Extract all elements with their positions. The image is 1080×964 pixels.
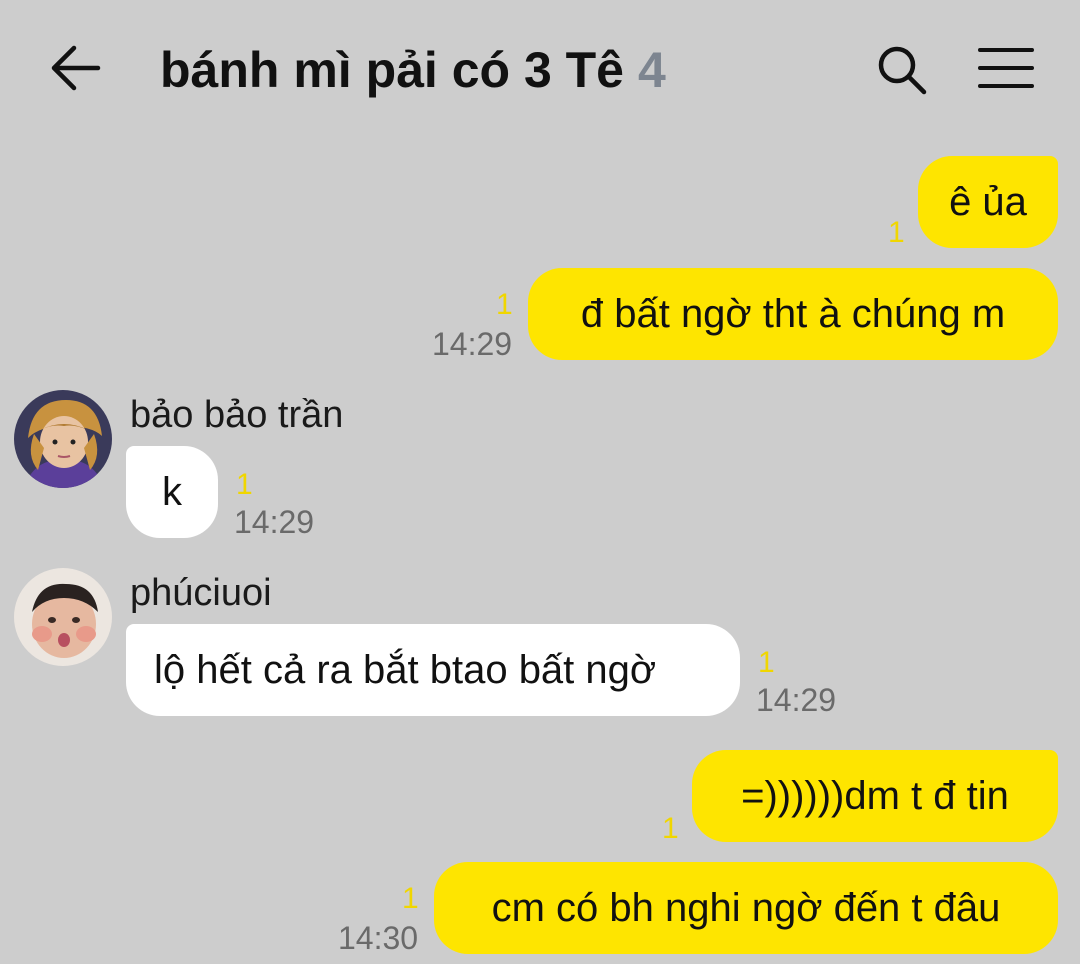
message-time: 14:29 xyxy=(234,504,315,540)
chat-name: bánh mì pải có 3 Tê xyxy=(160,42,624,98)
avatar[interactable] xyxy=(14,390,112,488)
search-icon[interactable] xyxy=(876,44,928,96)
message-bubble[interactable]: đ bất ngờ tht à chúng m xyxy=(528,268,1058,360)
message-bubble[interactable]: k xyxy=(126,446,218,538)
message-time: 14:29 xyxy=(756,682,837,718)
avatar[interactable] xyxy=(14,568,112,666)
sender-name: phúciuoi xyxy=(130,572,272,614)
message-bubble[interactable]: ê ủa xyxy=(918,156,1058,248)
message-text: cm có bh nghi ngờ đến t đâu xyxy=(491,886,1001,930)
message-time: 14:29 xyxy=(432,326,513,362)
avatar-photo xyxy=(14,568,112,666)
sender-name: bảo bảo trần xyxy=(130,394,344,436)
chat-title: bánh mì pải có 3 Tê 4 xyxy=(160,38,666,102)
unread-count: 1 xyxy=(496,288,513,321)
unread-count: 1 xyxy=(402,882,419,915)
unread-count: 1 xyxy=(758,646,775,679)
unread-count: 1 xyxy=(236,468,253,501)
unread-count: 1 xyxy=(888,216,905,249)
chat-header: bánh mì pải có 3 Tê 4 xyxy=(0,0,1080,140)
message-bubble[interactable]: cm có bh nghi ngờ đến t đâu xyxy=(434,862,1058,954)
avatar-photo xyxy=(14,390,112,488)
message-time: 14:30 xyxy=(338,920,419,956)
message-text: đ bất ngờ tht à chúng m xyxy=(580,292,1006,336)
back-arrow-icon[interactable] xyxy=(50,44,102,92)
message-bubble[interactable]: lộ hết cả ra bắt btao bất ngờ xyxy=(126,624,740,716)
message-text: lộ hết cả ra bắt btao bất ngờ xyxy=(154,648,657,692)
message-text: ê ủa xyxy=(949,180,1027,224)
message-bubble[interactable]: =))))))dm t đ tin xyxy=(692,750,1058,842)
member-count: 4 xyxy=(638,42,666,98)
menu-icon[interactable] xyxy=(978,46,1034,90)
message-text: =))))))dm t đ tin xyxy=(741,774,1009,818)
message-text: k xyxy=(162,470,182,514)
unread-count: 1 xyxy=(662,812,679,845)
